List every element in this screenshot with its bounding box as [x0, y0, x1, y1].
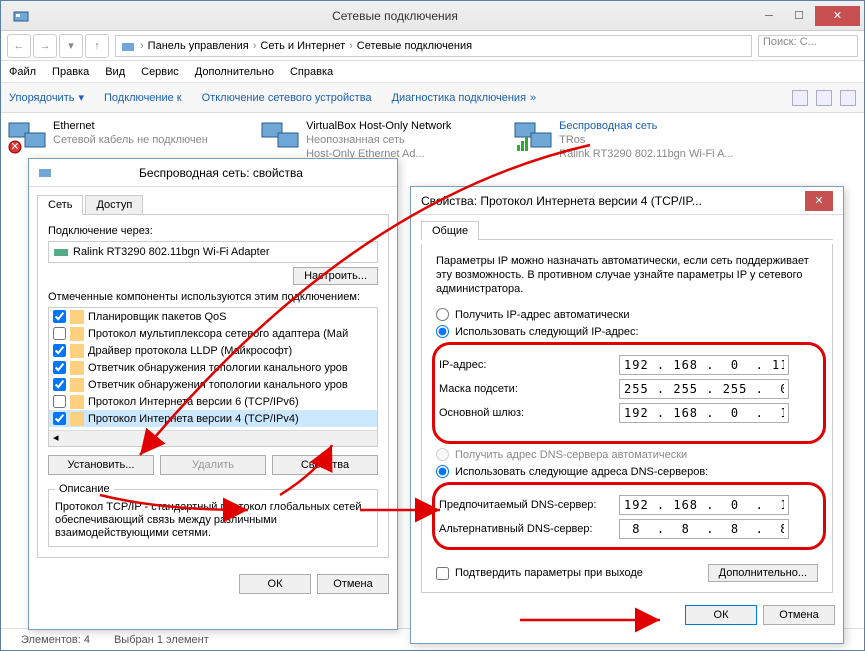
organize-button[interactable]: Упорядочить ▾	[9, 91, 84, 104]
diagnose-button[interactable]: Диагностика подключения »	[392, 92, 537, 104]
component-icon	[70, 412, 84, 426]
help-icon[interactable]	[840, 90, 856, 106]
menu-tools[interactable]: Сервис	[141, 66, 179, 78]
close-button[interactable]: ✕	[805, 191, 833, 211]
window-title: Сетевые подключения	[37, 9, 753, 23]
forward-button[interactable]: →	[33, 34, 57, 58]
description-box: Описание Протокол TCP/IP - стандартный п…	[48, 483, 378, 547]
component-qos[interactable]: Планировщик пакетов QoS	[49, 308, 377, 325]
close-button[interactable]: ✕	[815, 6, 860, 26]
component-ipv4[interactable]: Протокол Интернета версии 4 (TCP/IPv4)	[49, 410, 377, 427]
menu-edit[interactable]: Правка	[52, 66, 89, 78]
component-lltd2[interactable]: Ответчик обнаружения топологии канальног…	[49, 376, 377, 393]
cancel-button[interactable]: Отмена	[317, 574, 389, 594]
dialog-titlebar: Свойства: Протокол Интернета версии 4 (T…	[411, 187, 843, 215]
tab-network[interactable]: Сеть	[37, 195, 83, 215]
horizontal-scrollbar[interactable]: ◂	[49, 430, 377, 446]
navigation-bar: ← → ▾ ↑ › Панель управления › Сеть и Инт…	[1, 31, 864, 61]
alternate-dns-input[interactable]	[619, 519, 789, 539]
ethernet-icon: ✕	[7, 119, 47, 155]
adapter-icon	[37, 165, 53, 181]
advanced-button[interactable]: Дополнительно...	[708, 564, 818, 582]
menu-view[interactable]: Вид	[105, 66, 125, 78]
recent-dropdown[interactable]: ▾	[59, 34, 83, 58]
tab-general[interactable]: Общие	[421, 221, 479, 240]
component-lldp[interactable]: Драйвер протокола LLDP (Майкрософт)	[49, 342, 377, 359]
breadcrumb-item[interactable]: Панель управления	[148, 40, 249, 52]
component-icon	[70, 361, 84, 375]
component-ipv6[interactable]: Протокол Интернета версии 6 (TCP/IPv6)	[49, 393, 377, 410]
breadcrumb-item[interactable]: Сетевые подключения	[357, 40, 472, 52]
subnet-mask-input[interactable]	[619, 379, 789, 399]
address-bar[interactable]: › Панель управления › Сеть и Интернет › …	[115, 35, 752, 57]
ipv4-properties-dialog: Свойства: Протокол Интернета версии 4 (T…	[410, 186, 844, 644]
adapter-properties-dialog: Беспроводная сеть: свойства Сеть Доступ …	[28, 158, 398, 630]
connected-via-label: Подключение через:	[48, 225, 378, 237]
radio-use-dns[interactable]: Использовать следующие адреса DNS-сервер…	[436, 465, 818, 478]
ok-button[interactable]: ОК	[685, 605, 757, 625]
component-mux[interactable]: Протокол мультиплексора сетевого адаптер…	[49, 325, 377, 342]
svg-text:✕: ✕	[10, 141, 19, 153]
components-list[interactable]: Планировщик пакетов QoS Протокол мультип…	[48, 307, 378, 447]
radio-auto-ip[interactable]: Получить IP-адрес автоматически	[436, 308, 818, 321]
dns-highlight: Предпочитаемый DNS-сервер: Альтернативны…	[432, 482, 826, 550]
menu-bar: Файл Правка Вид Сервис Дополнительно Спр…	[1, 61, 864, 83]
maximize-button[interactable]: ☐	[785, 6, 813, 26]
network-icon	[120, 38, 136, 54]
menu-advanced[interactable]: Дополнительно	[195, 66, 274, 78]
remove-button: Удалить	[160, 455, 266, 475]
dialog-title: Беспроводная сеть: свойства	[53, 166, 389, 180]
component-icon	[70, 327, 84, 341]
properties-button[interactable]: Свойства	[272, 455, 378, 475]
network-folder-icon	[13, 8, 29, 24]
adapter-virtualbox[interactable]: VirtualBox Host-Only Network Неопознанна…	[260, 119, 510, 161]
view-options-button[interactable]	[792, 90, 808, 106]
disable-device-button[interactable]: Отключение сетевого устройства	[202, 92, 372, 104]
wifi-icon	[513, 119, 553, 155]
cancel-button[interactable]: Отмена	[763, 605, 835, 625]
component-icon	[70, 378, 84, 392]
tab-sharing[interactable]: Доступ	[85, 195, 143, 215]
ok-button[interactable]: ОК	[239, 574, 311, 594]
component-icon	[70, 395, 84, 409]
radio-auto-dns: Получить адрес DNS-сервера автоматически	[436, 448, 818, 461]
dialog-title: Свойства: Протокол Интернета версии 4 (T…	[421, 194, 805, 208]
components-label: Отмеченные компоненты используются этим …	[48, 291, 378, 303]
titlebar: Сетевые подключения ─ ☐ ✕	[1, 1, 864, 31]
install-button[interactable]: Установить...	[48, 455, 154, 475]
preview-pane-button[interactable]	[816, 90, 832, 106]
connect-to-button[interactable]: Подключение к	[104, 92, 182, 104]
component-lltd1[interactable]: Ответчик обнаружения топологии канальног…	[49, 359, 377, 376]
back-button[interactable]: ←	[7, 34, 31, 58]
adapter-name-box: Ralink RT3290 802.11bgn Wi-Fi Adapter	[48, 241, 378, 263]
adapter-wireless[interactable]: Беспроводная сеть TRos Ralink RT3290 802…	[513, 119, 763, 161]
nic-icon	[53, 244, 69, 260]
vbox-icon	[260, 119, 300, 155]
preferred-dns-input[interactable]	[619, 495, 789, 515]
menu-help[interactable]: Справка	[290, 66, 333, 78]
up-button[interactable]: ↑	[85, 34, 109, 58]
component-icon	[70, 344, 84, 358]
ip-address-input[interactable]	[619, 355, 789, 375]
command-bar: Упорядочить ▾ Подключение к Отключение с…	[1, 83, 864, 113]
breadcrumb-item[interactable]: Сеть и Интернет	[260, 40, 345, 52]
minimize-button[interactable]: ─	[755, 6, 783, 26]
gateway-input[interactable]	[619, 403, 789, 423]
radio-use-ip[interactable]: Использовать следующий IP-адрес:	[436, 325, 818, 338]
menu-file[interactable]: Файл	[9, 66, 36, 78]
search-box[interactable]: Поиск: С...	[758, 35, 858, 57]
status-selected: Выбран 1 элемент	[114, 634, 209, 646]
adapter-ethernet[interactable]: ✕ Ethernet Сетевой кабель не подключен	[7, 119, 257, 155]
dialog-titlebar: Беспроводная сеть: свойства	[29, 159, 397, 187]
intro-text: Параметры IP можно назначать автоматичес…	[436, 254, 818, 296]
validate-checkbox[interactable]	[436, 567, 449, 580]
component-icon	[70, 310, 84, 324]
status-count: Элементов: 4	[21, 634, 90, 646]
configure-button[interactable]: Настроить...	[293, 267, 378, 285]
ip-highlight: IP-адрес: Маска подсети: Основной шлюз:	[432, 342, 826, 444]
